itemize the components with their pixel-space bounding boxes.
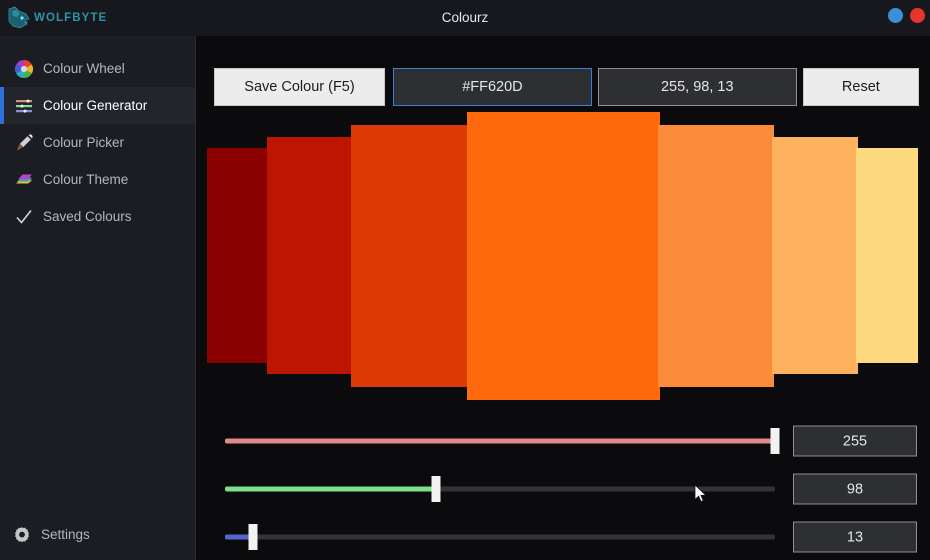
title-bar: WOLFBYTE Colourz: [0, 0, 930, 36]
palette-swatch[interactable]: [772, 137, 858, 374]
save-colour-button[interactable]: Save Colour (F5): [214, 68, 385, 106]
slider-row-red: 255: [197, 424, 930, 458]
palette-swatch[interactable]: [856, 148, 918, 363]
wolf-head-icon: [8, 6, 30, 29]
sidebar-item-label: Colour Picker: [43, 135, 125, 150]
blue-slider-thumb[interactable]: [248, 524, 258, 550]
sidebar-item-colour-theme[interactable]: Colour Theme: [0, 161, 195, 198]
palette-swatches: [197, 112, 930, 442]
sidebar-item-label: Colour Theme: [43, 172, 129, 187]
rgb-sliders-icon: [14, 96, 34, 116]
green-slider-thumb[interactable]: [431, 476, 441, 502]
sidebar-item-saved-colours[interactable]: Saved Colours: [0, 198, 195, 235]
settings-label: Settings: [41, 527, 90, 542]
hex-value-input[interactable]: #FF620D: [393, 68, 592, 106]
slider-row-green: 98: [197, 472, 930, 506]
red-value-box[interactable]: 255: [793, 425, 917, 457]
sidebar-item-colour-generator[interactable]: Colour Generator: [0, 87, 195, 124]
red-track-fill: [225, 438, 775, 444]
sidebar-item-label: Saved Colours: [43, 209, 132, 224]
sidebar-nav-list: Colour Wheel Colour Generator Colour Pic…: [0, 36, 195, 235]
close-button[interactable]: [910, 8, 925, 23]
slider-row-blue: 13: [197, 520, 930, 554]
checkmark-icon: [14, 207, 34, 227]
palette-stack-icon: [14, 170, 34, 190]
blue-slider-track[interactable]: [225, 524, 775, 550]
green-slider-track[interactable]: [225, 476, 775, 502]
palette-swatch[interactable]: [467, 112, 660, 400]
red-slider-thumb[interactable]: [770, 428, 780, 454]
sidebar: Colour Wheel Colour Generator Colour Pic…: [0, 36, 196, 560]
green-track-fill: [225, 486, 437, 492]
palette-swatch[interactable]: [658, 125, 774, 387]
sidebar-item-settings[interactable]: Settings: [0, 516, 196, 553]
palette-swatch[interactable]: [207, 148, 269, 363]
palette-swatch[interactable]: [267, 137, 353, 374]
gear-icon: [12, 525, 32, 545]
sidebar-item-label: Colour Wheel: [43, 61, 125, 76]
toolbar: Save Colour (F5) #FF620D 255, 98, 13 Res…: [214, 68, 920, 106]
blue-track-background: [225, 534, 775, 540]
rgb-value-input[interactable]: 255, 98, 13: [597, 68, 797, 106]
sidebar-item-colour-wheel[interactable]: Colour Wheel: [0, 50, 195, 87]
eyedropper-icon: [14, 133, 34, 153]
palette-swatch[interactable]: [351, 125, 469, 387]
sidebar-item-colour-picker[interactable]: Colour Picker: [0, 124, 195, 161]
rgb-sliders: 255 98 13: [197, 412, 930, 560]
reset-button[interactable]: Reset: [802, 68, 920, 106]
brand-logo: WOLFBYTE: [0, 0, 196, 36]
green-value-box[interactable]: 98: [793, 473, 917, 505]
app-window: WOLFBYTE Colourz Colour Wheel Colour Gen…: [0, 0, 930, 560]
main-content: Save Colour (F5) #FF620D 255, 98, 13 Res…: [197, 36, 930, 560]
colour-wheel-icon: [14, 59, 34, 79]
brand-text: WOLFBYTE: [34, 12, 108, 24]
blue-value-box[interactable]: 13: [793, 521, 917, 553]
minimize-button[interactable]: [888, 8, 903, 23]
red-slider-track[interactable]: [225, 428, 780, 454]
sidebar-item-label: Colour Generator: [43, 98, 148, 113]
